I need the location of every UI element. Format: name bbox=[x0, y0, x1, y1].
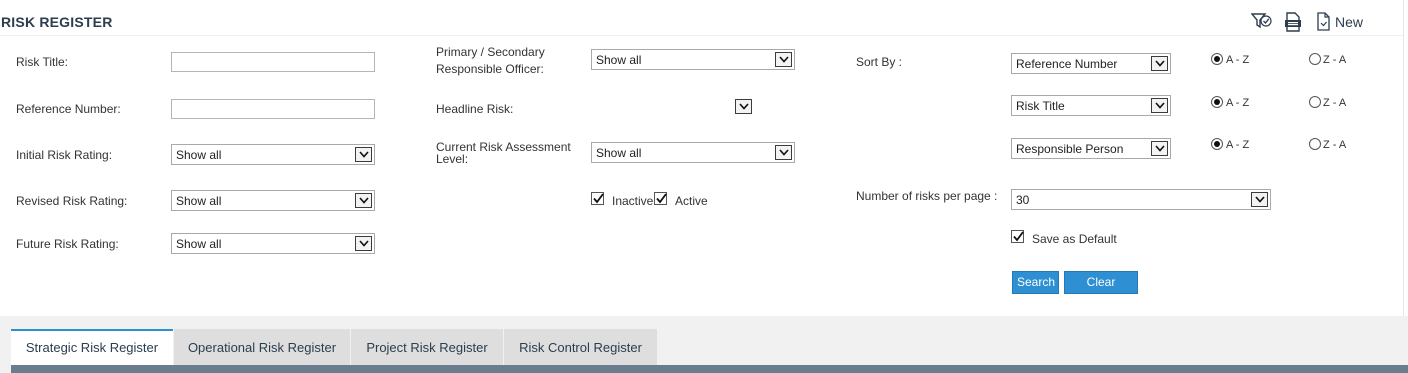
save-default-label: Save as Default bbox=[1032, 232, 1117, 246]
sort-field-value-1: Reference Number bbox=[1016, 57, 1118, 71]
sort-field-select-1[interactable]: Reference Number bbox=[1011, 53, 1171, 74]
inactive-checkbox[interactable] bbox=[591, 192, 604, 205]
sort-za-label-3: Z - A bbox=[1323, 139, 1347, 151]
active-label: Active bbox=[675, 194, 708, 208]
primary-officer-select[interactable]: Show all bbox=[591, 49, 795, 70]
per-page-value: 30 bbox=[1016, 193, 1030, 207]
chevron-down-icon bbox=[355, 236, 372, 251]
future-risk-rating-value: Show all bbox=[176, 237, 222, 251]
sort-za-radio-3[interactable] bbox=[1309, 138, 1321, 150]
chevron-down-icon bbox=[355, 147, 372, 162]
tab-risk-control-register[interactable]: Risk Control Register bbox=[504, 329, 657, 365]
risk-title-label: Risk Title: bbox=[16, 55, 69, 69]
chevron-down-icon bbox=[775, 52, 792, 67]
checkmark-icon bbox=[593, 193, 604, 204]
future-risk-rating-label: Future Risk Rating: bbox=[16, 237, 119, 251]
primary-officer-label-line1: Primary / Secondary bbox=[436, 45, 545, 59]
chevron-down-icon bbox=[775, 145, 792, 160]
excel-export-icon[interactable] bbox=[1284, 12, 1302, 35]
search-button[interactable]: Search bbox=[1012, 271, 1059, 294]
chevron-down-icon bbox=[1151, 98, 1168, 113]
initial-risk-rating-select[interactable]: Show all bbox=[171, 144, 375, 165]
sort-by-label: Sort By : bbox=[856, 55, 903, 69]
chevron-down-icon bbox=[735, 99, 752, 114]
headline-risk-select[interactable] bbox=[731, 98, 752, 119]
sort-za-radio-1[interactable] bbox=[1309, 53, 1321, 65]
sort-za-label-1: Z - A bbox=[1323, 54, 1347, 66]
headline-risk-label: Headline Risk: bbox=[436, 102, 514, 116]
sort-field-select-3[interactable]: Responsible Person bbox=[1011, 138, 1171, 159]
sort-az-label-3: A - Z bbox=[1226, 139, 1250, 151]
sort-az-label-1: A - Z bbox=[1226, 54, 1250, 66]
assessment-level-label-line2: Level: bbox=[436, 152, 469, 166]
sort-az-radio-3[interactable] bbox=[1211, 138, 1223, 150]
new-document-icon[interactable] bbox=[1316, 12, 1332, 34]
reference-number-input[interactable] bbox=[171, 99, 375, 119]
primary-officer-value: Show all bbox=[596, 53, 642, 67]
per-page-label: Number of risks per page : bbox=[856, 189, 998, 203]
primary-officer-label-line2: Responsible Officer: bbox=[436, 62, 544, 76]
header-divider bbox=[0, 35, 1403, 36]
register-header-bar bbox=[11, 365, 1408, 373]
clear-filters-button[interactable]: Clear Filters bbox=[1064, 271, 1138, 310]
chevron-down-icon bbox=[1151, 56, 1168, 71]
new-button[interactable]: New bbox=[1335, 14, 1363, 30]
inactive-label: Inactive bbox=[612, 194, 654, 208]
assessment-level-select[interactable]: Show all bbox=[591, 142, 795, 163]
sort-az-radio-2[interactable] bbox=[1211, 96, 1223, 108]
panel-border bbox=[1403, 0, 1404, 316]
revised-risk-rating-label: Revised Risk Rating: bbox=[16, 194, 128, 208]
checkmark-icon bbox=[1013, 231, 1024, 242]
revised-risk-rating-select[interactable]: Show all bbox=[171, 190, 375, 211]
per-page-select[interactable]: 30 bbox=[1011, 189, 1271, 210]
revised-risk-rating-value: Show all bbox=[176, 194, 222, 208]
tab-operational-risk-register[interactable]: Operational Risk Register bbox=[174, 329, 350, 365]
chevron-down-icon bbox=[1151, 141, 1168, 156]
tab-project-risk-register[interactable]: Project Risk Register bbox=[351, 329, 503, 365]
sort-field-select-2[interactable]: Risk Title bbox=[1011, 95, 1171, 116]
active-checkbox[interactable] bbox=[654, 192, 667, 205]
checkmark-icon bbox=[656, 193, 667, 204]
reference-number-label: Reference Number: bbox=[16, 102, 121, 116]
sort-az-radio-1[interactable] bbox=[1211, 53, 1223, 65]
tab-strategic-risk-register[interactable]: Strategic Risk Register bbox=[11, 329, 173, 365]
sort-za-radio-2[interactable] bbox=[1309, 96, 1321, 108]
sort-az-label-2: A - Z bbox=[1226, 97, 1250, 109]
sort-field-value-3: Responsible Person bbox=[1016, 142, 1124, 156]
chevron-down-icon bbox=[1251, 192, 1268, 207]
sort-field-value-2: Risk Title bbox=[1016, 99, 1065, 113]
assessment-level-value: Show all bbox=[596, 146, 642, 160]
page-title: RISK REGISTER bbox=[1, 14, 113, 30]
save-default-checkbox[interactable] bbox=[1011, 230, 1024, 243]
filter-check-icon[interactable] bbox=[1250, 12, 1273, 35]
future-risk-rating-select[interactable]: Show all bbox=[171, 233, 375, 254]
initial-risk-rating-value: Show all bbox=[176, 148, 222, 162]
sort-za-label-2: Z - A bbox=[1323, 97, 1347, 109]
initial-risk-rating-label: Initial Risk Rating: bbox=[16, 148, 113, 162]
chevron-down-icon bbox=[355, 193, 372, 208]
risk-title-input[interactable] bbox=[171, 52, 375, 72]
